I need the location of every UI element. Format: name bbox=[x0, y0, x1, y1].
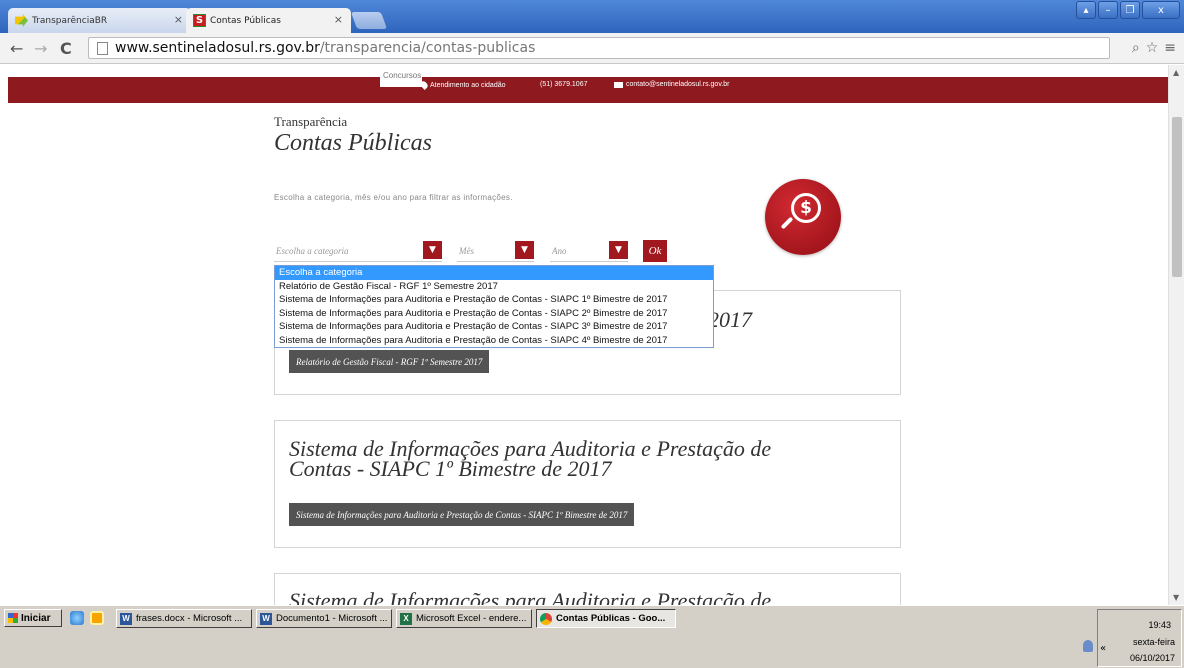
dropdown-option[interactable]: Sistema de Informações para Auditoria e … bbox=[275, 334, 713, 348]
taskbar-item-documento1[interactable]: W Documento1 - Microsoft ... bbox=[256, 609, 392, 628]
breadcrumb: Transparência bbox=[274, 114, 348, 129]
location-pin-icon bbox=[419, 80, 429, 90]
close-icon[interactable]: × bbox=[334, 13, 343, 26]
taskbar-item-frases[interactable]: W frases.docx - Microsoft ... bbox=[116, 609, 252, 628]
minimize-button[interactable]: – bbox=[1098, 1, 1118, 19]
back-arrow-icon[interactable]: ← bbox=[10, 39, 23, 58]
task-label: Microsoft Excel - endere... bbox=[416, 613, 527, 624]
vertical-scrollbar[interactable]: ▲ ▼ bbox=[1168, 65, 1184, 605]
month-select[interactable]: Mês ▼ bbox=[457, 240, 534, 262]
dollar-symbol: $ bbox=[791, 193, 821, 223]
year-select[interactable]: Ano ▼ bbox=[550, 240, 628, 262]
concursos-link[interactable]: Concursos bbox=[380, 69, 422, 87]
page-viewport: Concursos Atendimento ao cidadão (51) 36… bbox=[0, 65, 1168, 605]
forward-arrow-icon[interactable]: → bbox=[34, 39, 47, 58]
tab-transparenciabr[interactable]: TransparênciaBR × bbox=[8, 8, 191, 33]
zoom-icon[interactable]: ⌕ bbox=[1132, 40, 1140, 56]
tab-label: Contas Públicas bbox=[210, 15, 281, 26]
magnifier-handle bbox=[780, 216, 794, 230]
report-card: Sistema de Informações para Auditoria e … bbox=[274, 573, 901, 605]
excel-icon: X bbox=[400, 612, 412, 625]
dollar-search-icon: $ bbox=[765, 179, 841, 255]
clock-weekday: sexta-feira bbox=[1132, 637, 1175, 647]
tab-contas-publicas[interactable]: S Contas Públicas × bbox=[186, 8, 351, 33]
dropdown-option[interactable]: Escolha a categoria bbox=[275, 266, 713, 280]
page-icon bbox=[97, 42, 108, 55]
card-title: 2017 bbox=[708, 307, 752, 332]
start-label: Iniciar bbox=[21, 612, 51, 624]
clock-time: 19:43 bbox=[1148, 620, 1171, 630]
scrollbar-thumb[interactable] bbox=[1172, 117, 1182, 277]
page-title: Contas Públicas bbox=[274, 130, 433, 156]
scroll-up-arrow-icon[interactable]: ▲ bbox=[1173, 68, 1179, 77]
word-icon: W bbox=[120, 612, 132, 625]
close-window-button[interactable]: x bbox=[1142, 1, 1180, 19]
category-dropdown-list[interactable]: Escolha a categoria Relatório de Gestão … bbox=[274, 265, 714, 348]
close-icon[interactable]: × bbox=[174, 13, 183, 26]
dropdown-option[interactable]: Sistema de Informações para Auditoria e … bbox=[275, 293, 713, 307]
browser-tabstrip: TransparênciaBR × S Contas Públicas × ▴ … bbox=[0, 0, 1184, 33]
chrome-icon bbox=[540, 612, 552, 625]
dropdown-option[interactable]: Sistema de Informações para Auditoria e … bbox=[275, 320, 713, 334]
atendimento-link[interactable]: Atendimento ao cidadão bbox=[419, 80, 506, 90]
download-button[interactable]: Relatório de Gestão Fiscal - RGF 1º Seme… bbox=[289, 350, 490, 373]
maximize-button[interactable]: ❐ bbox=[1120, 1, 1140, 19]
office-quicklaunch-icon[interactable] bbox=[90, 611, 104, 625]
tab-label: TransparênciaBR bbox=[32, 15, 108, 26]
chevron-down-icon[interactable]: ▼ bbox=[423, 241, 442, 259]
window-controls: ▴ – ❐ x bbox=[1076, 1, 1180, 19]
ie-quicklaunch-icon[interactable] bbox=[70, 611, 84, 625]
chevron-down-icon[interactable]: ▼ bbox=[515, 241, 534, 259]
clock-date: 06/10/2017 bbox=[1129, 653, 1175, 663]
new-tab-button[interactable] bbox=[350, 12, 388, 29]
ok-button[interactable]: Ok bbox=[643, 240, 667, 262]
network-icon[interactable] bbox=[1083, 640, 1093, 652]
profile-button[interactable]: ▴ bbox=[1076, 1, 1096, 19]
filter-instructions: Escolha a categoria, mês e/ou ano para f… bbox=[274, 193, 513, 202]
windows-taskbar: Iniciar W frases.docx - Microsoft ... W … bbox=[0, 605, 1184, 668]
year-placeholder: Ano bbox=[552, 246, 567, 256]
chevron-down-icon[interactable]: ▼ bbox=[609, 241, 628, 259]
scroll-down-arrow-icon[interactable]: ▼ bbox=[1173, 593, 1179, 602]
category-placeholder: Escolha a categoria bbox=[276, 246, 349, 256]
atendimento-label: Atendimento ao cidadão bbox=[430, 81, 506, 89]
dropdown-option[interactable]: Sistema de Informações para Auditoria e … bbox=[275, 307, 713, 321]
browser-toolbar: ← → C www.sentineladosul.rs.gov.br/trans… bbox=[0, 33, 1184, 64]
month-placeholder: Mês bbox=[459, 246, 474, 256]
taskbar-item-excel[interactable]: X Microsoft Excel - endere... bbox=[396, 609, 532, 628]
menu-icon[interactable]: ≡ bbox=[1164, 40, 1176, 56]
bookmark-star-icon[interactable]: ☆ bbox=[1146, 40, 1159, 56]
reload-icon[interactable]: C bbox=[60, 39, 72, 58]
address-bar[interactable]: www.sentineladosul.rs.gov.br/transparenc… bbox=[88, 37, 1110, 59]
yellow-arrow-icon bbox=[15, 14, 28, 27]
category-select[interactable]: Escolha a categoria ▼ bbox=[274, 240, 442, 262]
url-host: www.sentineladosul.rs.gov.br bbox=[115, 40, 320, 56]
task-label: Documento1 - Microsoft ... bbox=[276, 613, 388, 624]
task-label: Contas Públicas - Goo... bbox=[556, 613, 666, 624]
system-tray-clock[interactable]: 19:43 sexta-feira 06/10/2017 bbox=[1097, 609, 1182, 667]
phone-number: (51) 3679.1067 bbox=[540, 81, 588, 88]
word-icon: W bbox=[260, 612, 272, 625]
s-logo-icon: S bbox=[193, 14, 206, 27]
download-button[interactable]: Sistema de Informações para Auditoria e … bbox=[289, 503, 635, 526]
task-label: frases.docx - Microsoft ... bbox=[136, 613, 243, 624]
email-label: contato@sentineladosul.rs.gov.br bbox=[626, 81, 730, 88]
dropdown-option[interactable]: Relatório de Gestão Fiscal - RGF 1º Seme… bbox=[275, 280, 713, 294]
toolbar-right-controls: ⌕ ☆ ≡ bbox=[1132, 40, 1176, 56]
windows-flag-icon bbox=[8, 613, 18, 623]
site-top-bar bbox=[8, 77, 1168, 103]
mail-icon bbox=[614, 81, 623, 88]
start-button[interactable]: Iniciar bbox=[4, 609, 62, 627]
email-contact[interactable]: contato@sentineladosul.rs.gov.br bbox=[614, 81, 729, 88]
card-title-line1: Sistema de Informações para Auditoria e … bbox=[289, 588, 772, 606]
url-path: /transparencia/contas-publicas bbox=[319, 40, 536, 56]
taskbar-item-chrome[interactable]: Contas Públicas - Goo... bbox=[536, 609, 676, 628]
card-title-line2: Contas - SIAPC 1º Bimestre de 2017 bbox=[289, 456, 612, 481]
report-card: Sistema de Informações para Auditoria e … bbox=[274, 420, 901, 548]
